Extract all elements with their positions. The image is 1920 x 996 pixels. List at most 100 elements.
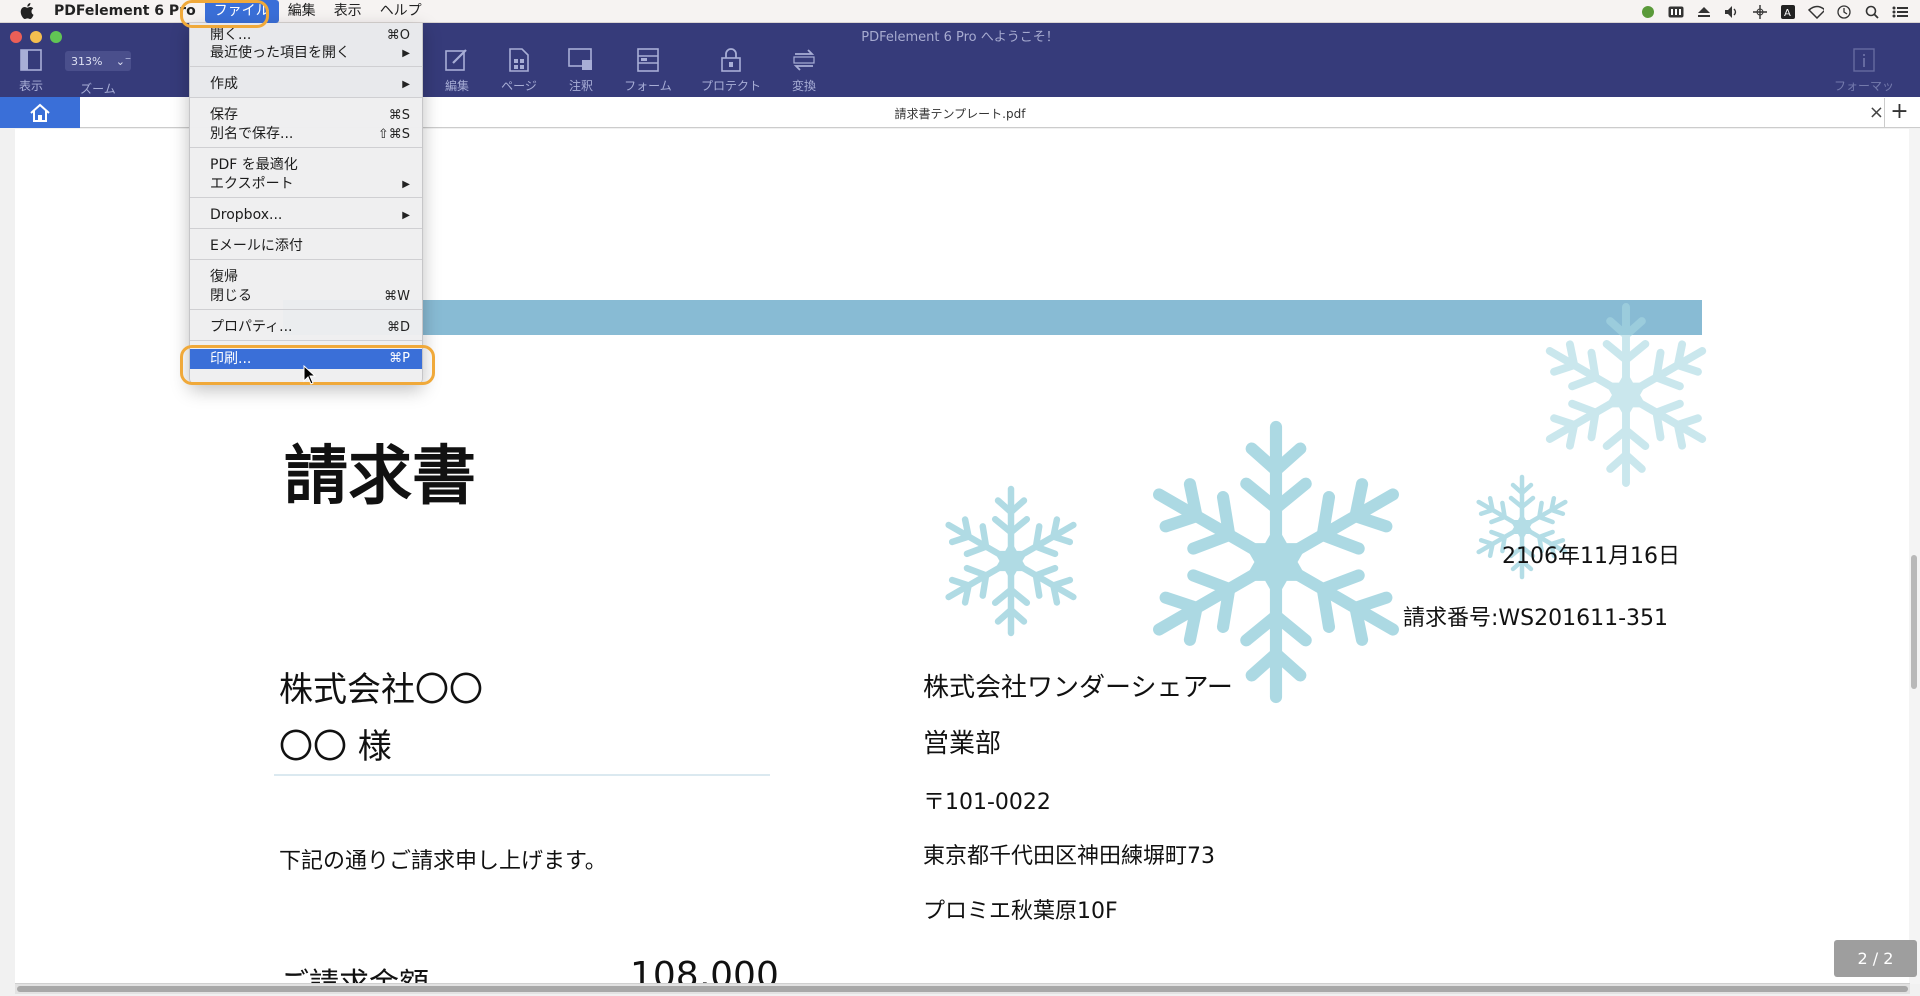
system-menubar: PDFelement 6 Pro ファイル 編集 表示 ヘルプ A xyxy=(0,0,1920,23)
snowflake-left xyxy=(941,489,1082,633)
menu-item-properties[interactable]: プロパティ... ⌘D xyxy=(190,318,422,337)
menu-item-label: プロパティ... xyxy=(210,319,293,335)
spotlight-search-icon[interactable] xyxy=(1864,4,1880,20)
convert-label: 変換 xyxy=(791,79,816,93)
clock-icon[interactable] xyxy=(1836,4,1852,20)
menu-item-label: 保存 xyxy=(210,107,238,123)
page-label: ページ xyxy=(501,79,537,93)
close-tab-icon[interactable]: × xyxy=(1869,102,1884,123)
input-method-icon[interactable]: A xyxy=(1780,4,1796,20)
invoice-date: 2106年11月16日 xyxy=(1502,544,1680,569)
page-tool[interactable]: ページ xyxy=(484,47,554,94)
lock-icon xyxy=(717,47,745,73)
menu-file[interactable]: ファイル xyxy=(204,0,279,23)
menu-item-revert[interactable]: 復帰 xyxy=(190,268,422,287)
network-icon[interactable] xyxy=(1752,4,1768,20)
menu-item-save[interactable]: 保存 ⌘S xyxy=(190,106,422,125)
menu-item-save-as[interactable]: 別名で保存... ⇧⌘S xyxy=(190,125,422,144)
wifi-icon[interactable] xyxy=(1808,4,1824,20)
menu-item-label: 最近使った項目を開く xyxy=(210,45,350,61)
snowflake-top-right xyxy=(1540,307,1712,483)
postal-code: 〒101-0022 xyxy=(923,790,1051,815)
menu-item-close[interactable]: 閉じる ⌘W xyxy=(190,287,422,306)
page-icon xyxy=(505,47,533,73)
menu-item-create[interactable]: 作成 ▶ xyxy=(190,75,422,94)
client-underline xyxy=(274,774,770,776)
horizontal-scrollbar[interactable] xyxy=(15,983,1910,994)
menu-item-email-attach[interactable]: Eメールに添付 xyxy=(190,237,422,256)
menu-item-export[interactable]: エクスポート ▶ xyxy=(190,175,422,194)
menu-item-label: Dropbox... xyxy=(210,207,283,223)
menu-separator xyxy=(190,66,422,67)
menu-item-label: 閉じる xyxy=(210,288,252,304)
convert-icon xyxy=(790,47,818,73)
edit-tool[interactable]: 編集 xyxy=(422,47,492,94)
shortcut-label: ⇧⌘S xyxy=(377,127,410,142)
menu-item-label: 作成 xyxy=(210,76,238,92)
apple-icon[interactable] xyxy=(18,2,36,20)
app-menu[interactable]: PDFelement 6 Pro xyxy=(50,0,205,23)
file-menu-dropdown: 開く... ⌘O 最近使った項目を開く ▶ 作成 ▶ 保存 ⌘S 別名で保存... ⇧⌘S… xyxy=(189,23,423,384)
address-line-2: プロミエ秋葉原10F xyxy=(923,899,1118,924)
menu-help[interactable]: ヘルプ xyxy=(371,0,431,23)
menu-separator xyxy=(190,197,422,198)
sender-department: 営業部 xyxy=(923,729,1002,759)
zoom-label: ズーム xyxy=(80,82,116,96)
submenu-arrow-icon: ▶ xyxy=(402,79,410,90)
shortcut-label: ⌘D xyxy=(386,320,410,335)
form-tool[interactable]: フォーム xyxy=(613,47,683,94)
invoice-number: 請求番号:WS201611-351 xyxy=(1403,606,1669,631)
volume-icon[interactable] xyxy=(1724,4,1740,20)
amount-value: 108,000 xyxy=(630,955,779,984)
convert-tool[interactable]: 変換 xyxy=(769,47,839,94)
shortcut-label: ⌘W xyxy=(384,289,410,304)
protect-tool[interactable]: プロテクト xyxy=(696,47,766,94)
zoom-value: 313% xyxy=(71,54,103,68)
submenu-arrow-icon: ▶ xyxy=(402,210,410,221)
shortcut-label: ⌘S xyxy=(388,108,410,123)
edit-icon xyxy=(443,47,471,73)
submenu-arrow-icon: ▶ xyxy=(402,179,410,190)
amount-label: ご請求金額 xyxy=(279,959,429,984)
invoice-heading: 請求書 xyxy=(284,440,476,514)
menu-separator xyxy=(190,340,422,341)
sender-company: 株式会社ワンダーシェアー xyxy=(923,673,1233,703)
page-indicator: 2 / 2 xyxy=(1834,940,1917,977)
vertical-scrollbar[interactable] xyxy=(1909,129,1920,984)
eject-icon[interactable] xyxy=(1696,4,1712,20)
menu-item-open-recent[interactable]: 最近使った項目を開く ▶ xyxy=(190,44,422,63)
form-icon xyxy=(634,47,662,73)
menu-item-label: Eメールに添付 xyxy=(210,238,303,254)
snowflake-large xyxy=(1144,427,1408,697)
zoom-out-icon[interactable]: – xyxy=(118,51,138,65)
keyboard-icon[interactable] xyxy=(1668,4,1684,20)
new-tab-button[interactable]: + xyxy=(1884,98,1914,127)
menu-item-label: PDF を最適化 xyxy=(210,157,298,173)
horizontal-scroll-thumb[interactable] xyxy=(17,986,1908,992)
menu-separator xyxy=(190,147,422,148)
invoice-message: 下記の通りご請求申し上げます。 xyxy=(279,849,607,874)
vertical-scroll-thumb[interactable] xyxy=(1911,555,1917,689)
evernote-icon[interactable] xyxy=(1640,4,1656,20)
protect-label: プロテクト xyxy=(700,79,761,93)
comment-label: 注釈 xyxy=(568,79,593,93)
client-name: 〇〇 様 xyxy=(279,727,392,767)
menu-view[interactable]: 表示 xyxy=(325,0,371,23)
menu-separator xyxy=(190,97,422,98)
menu-separator xyxy=(190,309,422,310)
form-label: フォーム xyxy=(624,79,672,93)
menu-item-dropbox[interactable]: Dropbox... ▶ xyxy=(190,206,422,225)
menu-item-label: 復帰 xyxy=(210,269,238,285)
menu-item-label: 別名で保存... xyxy=(210,126,294,142)
mouse-cursor-icon xyxy=(303,365,317,385)
notification-center-icon[interactable] xyxy=(1892,4,1908,20)
view-tool[interactable]: 表示 xyxy=(0,47,66,94)
edit-label: 編集 xyxy=(444,79,469,93)
menu-item-label: エクスポート xyxy=(210,176,294,192)
comment-tool[interactable]: 注釈 xyxy=(546,47,616,94)
menu-item-optimize-pdf[interactable]: PDF を最適化 xyxy=(190,156,422,175)
sidebar-icon xyxy=(17,47,45,73)
menu-edit[interactable]: 編集 xyxy=(279,0,325,23)
info-icon xyxy=(1850,47,1878,73)
menu-item-open[interactable]: 開く... ⌘O xyxy=(190,26,422,45)
